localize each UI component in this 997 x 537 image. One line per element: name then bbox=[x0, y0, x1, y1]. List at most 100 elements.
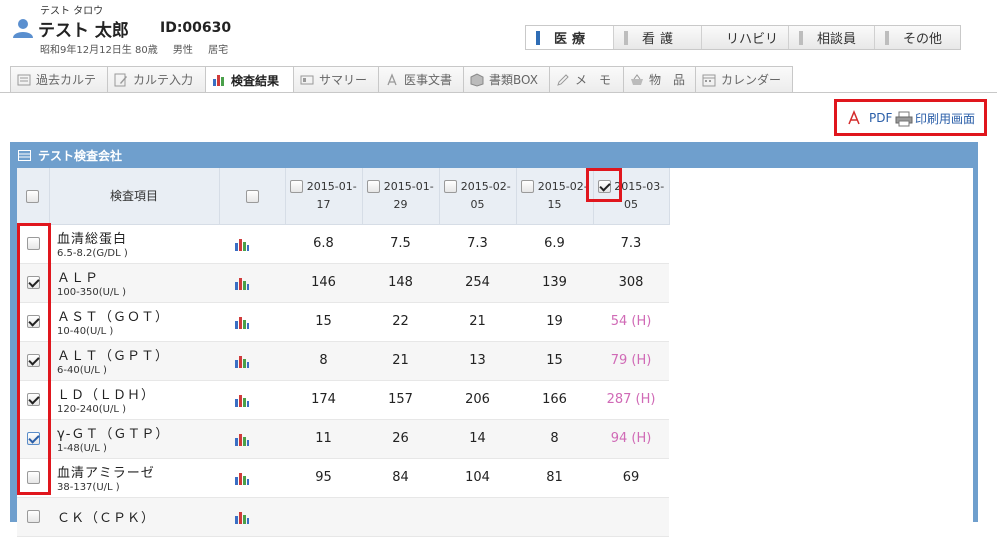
pdf-icon bbox=[848, 110, 860, 125]
dept-tab-other[interactable]: その他 bbox=[875, 26, 960, 49]
item-reference-range: 10-40(U/L ) bbox=[57, 326, 114, 337]
bar-chart-icon[interactable] bbox=[234, 432, 250, 446]
item-name: ＡＳＴ（ＧＯＴ） bbox=[57, 310, 170, 325]
tab-memo[interactable]: メ モ bbox=[549, 66, 624, 92]
result-value: 81 bbox=[516, 458, 593, 498]
result-value: 7.3 bbox=[439, 224, 516, 264]
bar-chart-icon[interactable] bbox=[234, 315, 250, 329]
tab-label: カルテ入力 bbox=[133, 73, 194, 87]
result-value: 19 bbox=[516, 302, 593, 342]
patient-birth: 昭和9年12月12日生 80歳 bbox=[40, 45, 158, 56]
user-icon bbox=[13, 19, 33, 38]
tab-supplies[interactable]: 物 品 bbox=[623, 66, 696, 92]
result-value: 94 (H) bbox=[593, 419, 669, 459]
item-reference-range: 120-240(U/L ) bbox=[57, 404, 127, 415]
patient-gender: 男性 bbox=[172, 45, 193, 56]
id-card-icon bbox=[300, 75, 314, 84]
select-all-checkbox[interactable] bbox=[26, 189, 40, 203]
date-header: 2015-01- 17 bbox=[285, 168, 363, 225]
print-label: 印刷用画面 bbox=[915, 112, 976, 126]
tab-calendar[interactable]: カレンダー bbox=[695, 66, 793, 92]
bar-chart-icon[interactable] bbox=[234, 237, 250, 251]
pdf-link[interactable]: PDF bbox=[846, 110, 892, 126]
table-body: 血清総蛋白 6.5-8.2(G/DL ) 6.8 7.5 7.3 6.9 7.3 ＡＬＰ 100… bbox=[17, 224, 669, 537]
panel-title: テスト検査会社 bbox=[38, 149, 123, 163]
date-header: 2015-02- 05 bbox=[439, 168, 517, 225]
patient-header: テスト タロウ テスト 太郎 ID:00630 昭和9年12月12日生 80歳 … bbox=[12, 0, 512, 60]
result-value: 26 bbox=[362, 419, 439, 459]
dept-label: リハビリ bbox=[726, 32, 779, 47]
tab-label: 物 品 bbox=[649, 73, 686, 87]
bar-chart-icon[interactable] bbox=[234, 276, 250, 290]
tab-past-records[interactable]: 過去カルテ bbox=[10, 66, 108, 92]
table-row: 血清アミラーゼ 38-137(U/L ) 95 84 104 81 69 bbox=[17, 458, 669, 498]
result-value: 157 bbox=[362, 380, 439, 420]
graph-all-checkbox[interactable] bbox=[245, 189, 259, 203]
date-checkbox[interactable] bbox=[367, 180, 381, 194]
bar-chart-icon[interactable] bbox=[234, 471, 250, 485]
date-header-line2: 29 bbox=[393, 197, 408, 211]
result-value: 15 bbox=[516, 341, 593, 381]
dept-tab-medical[interactable]: 医療 bbox=[526, 26, 614, 49]
item-cell: 血清総蛋白 6.5-8.2(G/DL ) bbox=[49, 224, 219, 264]
result-value: 84 bbox=[362, 458, 439, 498]
printer-icon bbox=[895, 111, 913, 126]
dept-tab-rehab[interactable]: リハビリ bbox=[702, 26, 789, 49]
date-checkbox[interactable] bbox=[290, 180, 304, 194]
tab-label: 過去カルテ bbox=[36, 73, 97, 87]
bar-chart-icon[interactable] bbox=[234, 393, 250, 407]
result-value: 6.9 bbox=[516, 224, 593, 264]
result-value bbox=[516, 497, 593, 537]
result-value: 13 bbox=[439, 341, 516, 381]
tab-medical-docs[interactable]: 医事文書 bbox=[378, 66, 464, 92]
print-view-link[interactable]: 印刷用画面 bbox=[895, 110, 975, 127]
graph-cell bbox=[219, 263, 285, 303]
dept-label: その他 bbox=[903, 32, 943, 47]
tab-document-box[interactable]: 書類BOX bbox=[463, 66, 550, 92]
row-checkbox[interactable] bbox=[26, 510, 40, 523]
date-checkbox[interactable] bbox=[444, 180, 458, 194]
result-value: 21 bbox=[439, 302, 516, 342]
date-checkbox[interactable] bbox=[521, 180, 535, 194]
tab-label: メ モ bbox=[575, 73, 612, 87]
result-value: 8 bbox=[516, 419, 593, 459]
result-value bbox=[593, 497, 669, 537]
box-icon bbox=[470, 72, 484, 87]
department-tabs: 医療 看護 リハビリ 相談員 その他 bbox=[525, 25, 961, 50]
item-name: 血清アミラーゼ bbox=[57, 466, 155, 481]
table-row: ＬＤ（ＬＤＨ） 120-240(U/L ) 174 157 206 166 287 (H) bbox=[17, 380, 669, 420]
date-header-line1: 2015-02- bbox=[460, 179, 511, 193]
date-header: 2015-01- 29 bbox=[362, 168, 440, 225]
result-value: 174 bbox=[285, 380, 362, 420]
tab-summary[interactable]: サマリー bbox=[293, 66, 379, 92]
tab-label: 書類BOX bbox=[489, 73, 538, 87]
table-icon bbox=[18, 150, 31, 161]
bar-chart-icon[interactable] bbox=[234, 510, 250, 524]
dept-tab-counselor[interactable]: 相談員 bbox=[789, 26, 875, 49]
date-header-line2: 05 bbox=[470, 197, 485, 211]
item-cell: ＡＬＰ 100-350(U/L ) bbox=[49, 263, 219, 303]
select-all-cell bbox=[17, 168, 50, 225]
result-value: 69 bbox=[593, 458, 669, 498]
table-row: ＡＬＰ 100-350(U/L ) 146 148 254 139 308 bbox=[17, 263, 669, 303]
bar-chart-icon[interactable] bbox=[234, 354, 250, 368]
item-name: ＡＬＰ bbox=[57, 271, 100, 286]
result-value bbox=[439, 497, 516, 537]
tab-record-input[interactable]: カルテ入力 bbox=[107, 66, 206, 92]
tab-label: 検査結果 bbox=[231, 73, 280, 88]
item-reference-range: 1-48(U/L ) bbox=[57, 443, 107, 454]
item-reference-range: 38-137(U/L ) bbox=[57, 482, 120, 493]
item-name: 血清総蛋白 bbox=[57, 232, 128, 247]
table-row: ＣＫ（ＣＰＫ） bbox=[17, 497, 669, 537]
patient-name: テスト 太郎 bbox=[38, 21, 129, 41]
date-header-line1: 2015-01- bbox=[383, 179, 434, 193]
result-value: 104 bbox=[439, 458, 516, 498]
result-value: 7.5 bbox=[362, 224, 439, 264]
dept-tab-nursing[interactable]: 看護 bbox=[614, 26, 702, 49]
result-value: 79 (H) bbox=[593, 341, 669, 381]
item-cell: ＡＬＴ（ＧＰＴ） 6-40(U/L ) bbox=[49, 341, 219, 381]
tab-lab-results[interactable]: 検査結果 bbox=[205, 66, 294, 93]
item-reference-range: 6.5-8.2(G/DL ) bbox=[57, 248, 128, 259]
item-cell: 血清アミラーゼ 38-137(U/L ) bbox=[49, 458, 219, 498]
item-cell: γ-ＧＴ（ＧＴＰ） 1-48(U/L ) bbox=[49, 419, 219, 459]
